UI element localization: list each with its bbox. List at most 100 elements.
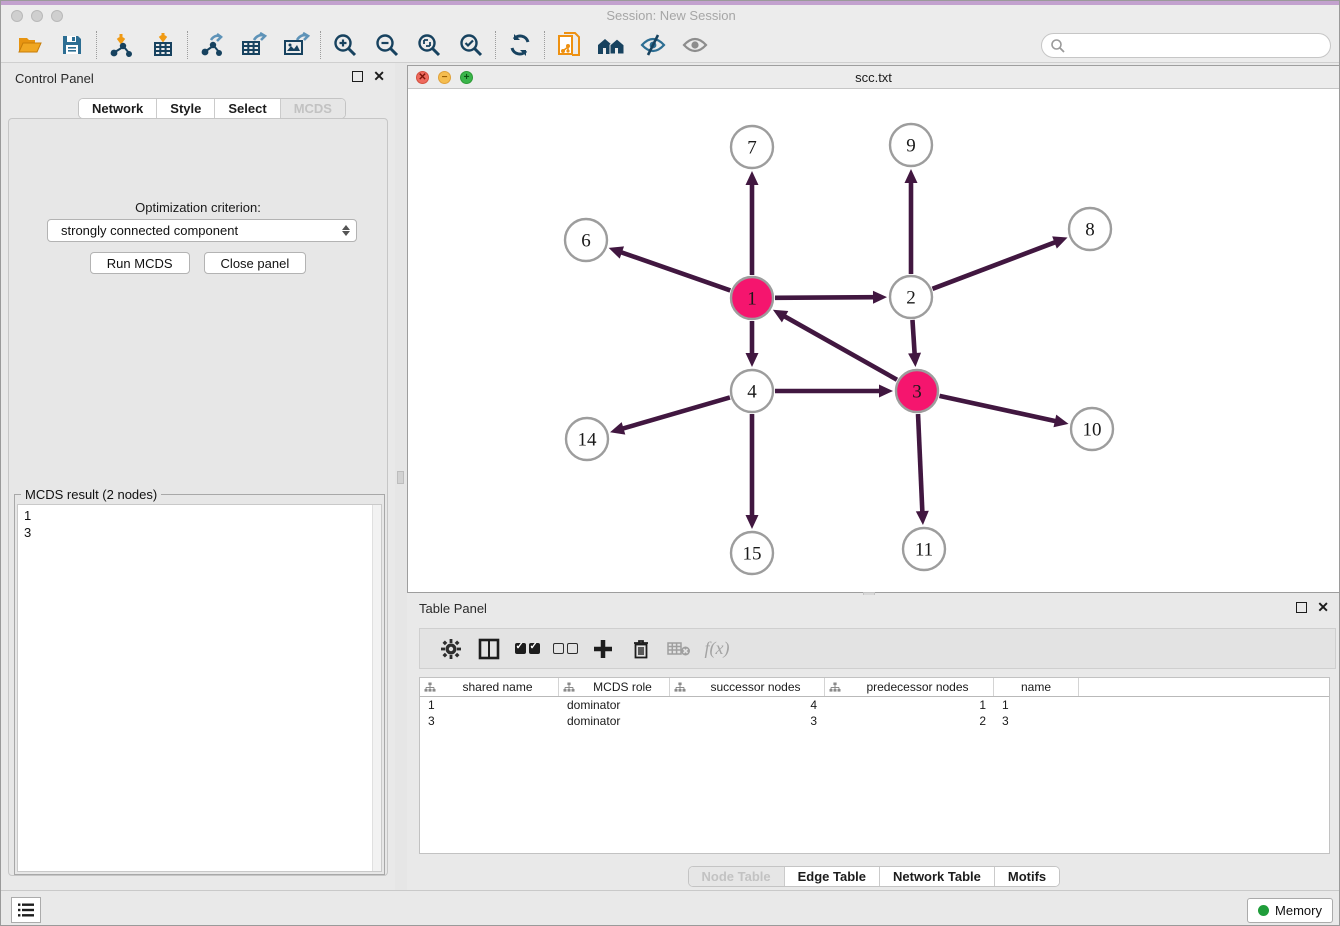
graph-node-10[interactable]: 10 [1071, 408, 1113, 450]
zoom-out-button[interactable] [366, 29, 408, 61]
control-panel-tabs: NetworkStyleSelectMCDS [78, 98, 346, 119]
plus-icon [592, 638, 614, 660]
column-header-mcds-role[interactable]: MCDS role [559, 678, 670, 696]
mcds-result-group: MCDS result (2 nodes) 13 [14, 494, 385, 875]
table-cell[interactable]: 1 [825, 697, 994, 713]
export-network-button[interactable] [191, 29, 233, 61]
open-session-button[interactable] [9, 29, 51, 61]
table-cell[interactable]: 3 [994, 713, 1079, 729]
show-graphics-details-button[interactable] [674, 29, 716, 61]
split-columns-button[interactable] [470, 632, 508, 666]
table-row[interactable]: 1dominator411 [420, 697, 1329, 713]
edge-arrowhead-icon [746, 171, 759, 185]
zoom-fit-button[interactable] [408, 29, 450, 61]
mcds-result-title: MCDS result (2 nodes) [21, 487, 161, 502]
graph-edge-3-1[interactable] [782, 315, 896, 380]
table-cell[interactable]: dominator [559, 713, 670, 729]
graph-edge-2-3[interactable] [912, 320, 914, 356]
close-panel-button[interactable]: Close panel [204, 252, 307, 274]
graph-node-6[interactable]: 6 [565, 219, 607, 261]
export-table-button[interactable] [233, 29, 275, 61]
column-header-name[interactable]: name [994, 678, 1079, 696]
graph-edge-1-6[interactable] [619, 252, 730, 291]
table-cell[interactable]: dominator [559, 697, 670, 713]
graph-edge-1-2[interactable] [775, 297, 876, 298]
network-canvas[interactable]: 7 9 6 8 1 2 4 3 14 10 15 11 [408, 89, 1339, 592]
graph-node-2[interactable]: 2 [890, 276, 932, 318]
import-network-button[interactable] [100, 29, 142, 61]
column-header-successor-nodes[interactable]: successor nodes [670, 678, 825, 696]
refresh-view-button[interactable] [499, 29, 541, 61]
table-cell[interactable]: 4 [670, 697, 825, 713]
graph-node-11[interactable]: 11 [903, 528, 945, 570]
graph-node-8[interactable]: 8 [1069, 208, 1111, 250]
table-cell[interactable]: 1 [420, 697, 559, 713]
result-scrollbar[interactable] [372, 505, 381, 871]
run-mcds-button[interactable]: Run MCDS [90, 252, 190, 274]
graph-node-3[interactable]: 3 [896, 370, 938, 412]
table-tab-edge-table[interactable]: Edge Table [784, 867, 879, 886]
delete-column-button[interactable] [622, 632, 660, 666]
clone-network-button[interactable] [548, 29, 590, 61]
column-header-shared-name[interactable]: shared name [420, 678, 559, 696]
mcds-result-textarea[interactable]: 13 [17, 504, 382, 872]
panel-divider[interactable] [395, 63, 407, 890]
save-session-button[interactable] [51, 29, 93, 61]
table-settings-button[interactable] [432, 632, 470, 666]
graph-node-4[interactable]: 4 [731, 370, 773, 412]
divider-grip[interactable] [397, 471, 404, 484]
table-tab-node-table[interactable]: Node Table [689, 867, 784, 886]
checked-box-icon [515, 643, 526, 654]
select-all-checkboxes-button[interactable] [508, 632, 546, 666]
import-table-button[interactable] [142, 29, 184, 61]
column-header-predecessor-nodes[interactable]: predecessor nodes [825, 678, 994, 696]
export-table-icon [240, 32, 268, 58]
graph-node-9[interactable]: 9 [890, 124, 932, 166]
zoom-selected-button[interactable] [450, 29, 492, 61]
graph-edge-4-14[interactable] [621, 397, 730, 429]
clone-network-icon [556, 31, 582, 59]
list-icon [17, 902, 35, 918]
hide-graphics-details-button[interactable] [632, 29, 674, 61]
close-table-panel-icon[interactable]: ✕ [1317, 602, 1329, 613]
control-tab-network[interactable]: Network [79, 99, 156, 118]
table-tab-motifs[interactable]: Motifs [994, 867, 1059, 886]
export-image-icon [282, 32, 310, 58]
graph-node-15[interactable]: 15 [731, 532, 773, 574]
graph-node-14[interactable]: 14 [566, 418, 608, 460]
search-input[interactable] [1066, 36, 1330, 56]
zoom-in-button[interactable] [324, 29, 366, 61]
control-tab-style[interactable]: Style [156, 99, 214, 118]
table-cell[interactable]: 3 [420, 713, 559, 729]
memory-status-icon [1258, 905, 1269, 916]
add-column-button[interactable] [584, 632, 622, 666]
criterion-dropdown[interactable]: strongly connected component [47, 219, 357, 242]
control-tab-select[interactable]: Select [214, 99, 279, 118]
table-cell[interactable]: 1 [994, 697, 1079, 713]
graph-node-label: 6 [581, 231, 591, 252]
graph-edge-3-11[interactable] [918, 414, 922, 514]
export-image-button[interactable] [275, 29, 317, 61]
float-table-panel-icon[interactable] [1296, 602, 1307, 613]
memory-button[interactable]: Memory [1247, 898, 1333, 923]
control-tab-mcds[interactable]: MCDS [280, 99, 345, 118]
column-header-label: name [998, 680, 1074, 694]
close-panel-icon[interactable]: ✕ [373, 71, 385, 82]
table-cell[interactable]: 2 [825, 713, 994, 729]
birds-eye-view-button[interactable] [590, 29, 632, 61]
show-panels-button[interactable] [11, 897, 41, 923]
graph-node-1[interactable]: 1 [731, 277, 773, 319]
table-cell[interactable]: 3 [670, 713, 825, 729]
graph-node-7[interactable]: 7 [731, 126, 773, 168]
search-field[interactable] [1041, 33, 1331, 58]
graph-edge-3-10[interactable] [939, 396, 1057, 422]
table-row[interactable]: 3dominator323 [420, 713, 1329, 729]
float-panel-icon[interactable] [352, 71, 363, 82]
save-icon [60, 33, 84, 57]
window-title: Session: New Session [1, 8, 1340, 23]
table-tab-network-table[interactable]: Network Table [879, 867, 994, 886]
graph-edge-2-8[interactable] [933, 241, 1058, 288]
deselect-all-checkboxes-button[interactable] [546, 632, 584, 666]
folder-open-icon [16, 33, 44, 57]
import-table-icon [150, 32, 176, 58]
